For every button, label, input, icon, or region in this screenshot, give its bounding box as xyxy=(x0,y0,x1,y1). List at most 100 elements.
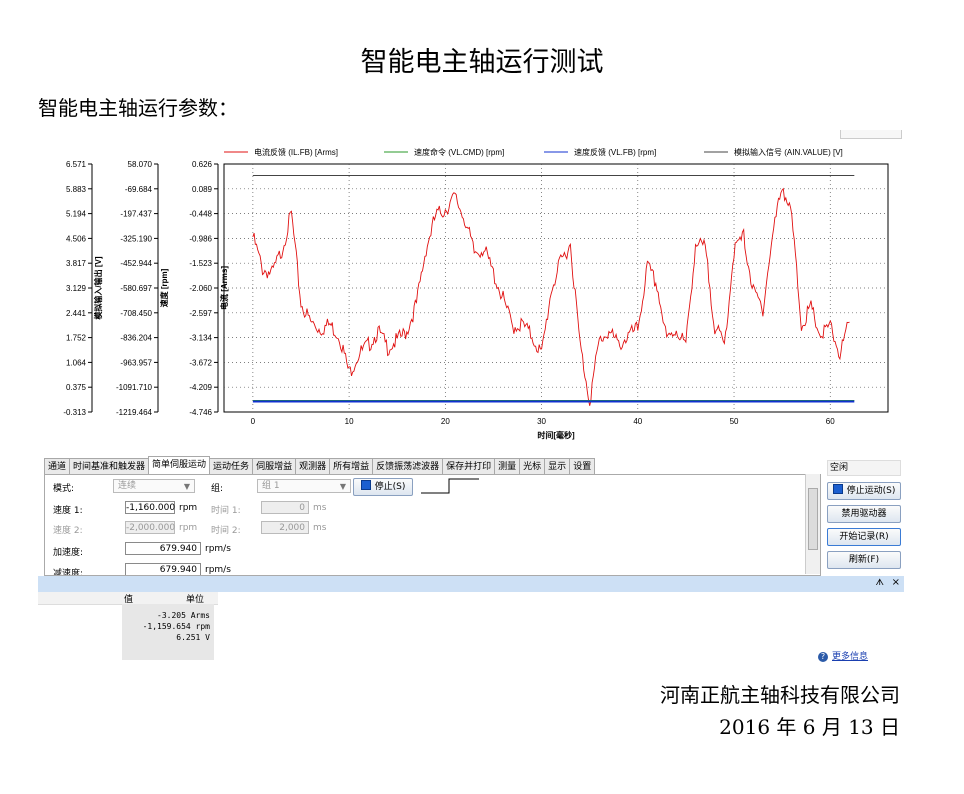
group-label: 组: xyxy=(211,484,224,494)
x-tick-label: 50 xyxy=(730,417,739,426)
y-tick-label: 0.626 xyxy=(192,160,213,169)
profile-preview-icon xyxy=(421,478,479,494)
y-tick-label: 6.571 xyxy=(66,160,87,169)
legend-label: 速度命令 (VL.CMD) [rpm] xyxy=(414,147,504,157)
time1-unit: ms xyxy=(313,502,327,513)
y-tick-label: -963.957 xyxy=(120,358,152,367)
company-name: 河南正航主轴科技有限公司 xyxy=(660,683,900,707)
time2-unit: ms xyxy=(313,522,327,533)
y-tick-label: -836.204 xyxy=(120,334,152,343)
pin-icon[interactable]: ᗑ xyxy=(876,578,884,588)
y-axis-label: 电流 [Arms] xyxy=(219,266,229,310)
tab-2[interactable]: 简单伺服运动 xyxy=(148,456,211,474)
deceleration-unit: rpm/s xyxy=(205,564,231,575)
chevron-down-icon: ▼ xyxy=(339,482,346,491)
y-tick-label: -708.450 xyxy=(120,309,152,318)
deceleration-label: 减速度: xyxy=(53,569,84,576)
screenshot-region: 6.571 58.070 0.626 5.883 -69.684 0.089 5.194 -1… xyxy=(38,130,904,665)
y-tick-label: -4.746 xyxy=(189,408,212,417)
mode-select[interactable]: 连续 ▼ xyxy=(113,479,195,493)
time1-label: 时间 1: xyxy=(211,506,241,516)
time2-input[interactable]: 2,000 xyxy=(261,521,309,534)
tab-10[interactable]: 光标 xyxy=(519,458,546,474)
refresh-button[interactable]: 刷新(F) xyxy=(827,551,901,569)
tab-8[interactable]: 保存并打印 xyxy=(442,458,496,474)
acceleration-input[interactable]: 679.940 xyxy=(125,542,201,555)
tab-4[interactable]: 伺服增益 xyxy=(252,458,297,474)
stop-icon xyxy=(360,480,371,490)
tab-11[interactable]: 显示 xyxy=(544,458,571,474)
y-tick-label: 2.441 xyxy=(66,309,87,318)
tab-12[interactable]: 设置 xyxy=(569,458,596,474)
legend-label: 模拟输入信号 (AIN.VALUE) [V] xyxy=(734,147,843,157)
y-tick-label: 3.129 xyxy=(66,284,87,293)
y-tick-label: 0.375 xyxy=(66,383,87,392)
y-tick-label: -325.190 xyxy=(120,234,152,243)
y-tick-label: -69.684 xyxy=(125,185,153,194)
tab-0[interactable]: 通道 xyxy=(44,458,71,474)
deceleration-input[interactable]: 679.940 xyxy=(125,563,201,575)
tab-9[interactable]: 测量 xyxy=(494,458,521,474)
tab-7[interactable]: 反馈振荡滤波器 xyxy=(372,458,444,474)
x-tick-label: 10 xyxy=(345,417,354,426)
speed2-label: 速度 2: xyxy=(53,526,83,536)
document-title: 智能电主轴运行测试 xyxy=(360,47,604,78)
speed1-label: 速度 1: xyxy=(53,506,83,516)
disable-drive-button[interactable]: 禁用驱动器 xyxy=(827,505,901,523)
settings-panel: 模式: 连续 ▼ 组: 组 1 ▼ 停止(S) 速度 1: -1,160.000 r… xyxy=(44,474,821,576)
y-tick-label: -197.437 xyxy=(120,210,152,219)
stop-icon xyxy=(832,484,843,494)
y-tick-label: -452.944 xyxy=(120,259,152,268)
acceleration-label: 加速度: xyxy=(53,548,84,558)
result-current: -3.205 Arms xyxy=(157,611,210,620)
y-tick-label: -0.986 xyxy=(189,234,212,243)
result-speed: -1,159.654 rpm xyxy=(142,622,210,631)
close-icon[interactable]: × xyxy=(892,577,900,588)
drive-status: 空闲 xyxy=(827,460,901,476)
time1-input[interactable]: 0 xyxy=(261,501,309,514)
tab-5[interactable]: 观测器 xyxy=(295,458,331,474)
x-tick-label: 60 xyxy=(826,417,835,426)
control-sidebar: 空闲 停止运动(S) 禁用驱动器 开始记录(R) 刷新(F) xyxy=(827,460,901,574)
acceleration-unit: rpm/s xyxy=(205,543,231,554)
tab-6[interactable]: 所有增益 xyxy=(329,458,374,474)
panel-scrollbar[interactable] xyxy=(805,474,820,574)
y-tick-label: -1.523 xyxy=(189,259,212,268)
speed2-input[interactable]: -2,000.000 xyxy=(125,521,175,534)
x-tick-label: 20 xyxy=(441,417,450,426)
toolbar-button[interactable] xyxy=(840,130,902,139)
chevron-down-icon: ▼ xyxy=(183,482,190,491)
y-tick-label: -0.313 xyxy=(63,408,86,417)
speed1-input[interactable]: -1,160.000 xyxy=(125,501,175,514)
x-tick-label: 30 xyxy=(537,417,546,426)
tab-strip: 通道 时间基准和触发器 简单伺服运动 运动任务 伺服增益 观测器 所有增益 反馈振荡滤波器 保存… xyxy=(44,456,596,474)
y-tick-label: -0.448 xyxy=(189,210,212,219)
tab-3[interactable]: 运动任务 xyxy=(209,458,254,474)
results-values: -3.205 Arms -1,159.654 rpm 6.251 V xyxy=(122,604,214,660)
mode-label: 模式: xyxy=(53,484,75,494)
y-tick-label: -1091.710 xyxy=(116,383,153,392)
y-tick-label: 5.883 xyxy=(66,185,87,194)
y-tick-label: 1.752 xyxy=(66,334,87,343)
document-date: 2016 年 6 月 13 日 xyxy=(719,715,900,739)
group-select[interactable]: 组 1 ▼ xyxy=(257,479,351,493)
more-info-link[interactable]: ? 更多信息 xyxy=(818,649,868,662)
tab-1[interactable]: 时间基准和触发器 xyxy=(69,458,150,474)
y-tick-label: 3.817 xyxy=(66,259,87,268)
y-tick-label: -1219.464 xyxy=(116,408,153,417)
y-tick-label: 1.064 xyxy=(66,358,87,367)
y-axis-label: 速度 [rpm] xyxy=(159,268,169,307)
speed2-unit: rpm xyxy=(179,522,198,533)
y-axis-label: 模拟输入/输出 [V] xyxy=(93,256,103,319)
start-record-button[interactable]: 开始记录(R) xyxy=(827,528,901,546)
y-tick-label: -2.597 xyxy=(189,309,212,318)
stop-motion-button[interactable]: 停止运动(S) xyxy=(827,482,901,500)
time2-label: 时间 2: xyxy=(211,526,241,536)
x-tick-label: 40 xyxy=(633,417,642,426)
scrollbar-thumb[interactable] xyxy=(808,488,818,550)
stop-button[interactable]: 停止(S) xyxy=(353,478,413,496)
y-tick-label: -3.134 xyxy=(189,334,212,343)
y-tick-label: -4.209 xyxy=(189,383,212,392)
legend-label: 电流反馈 (IL.FB) [Arms] xyxy=(254,147,338,157)
help-icon: ? xyxy=(818,652,828,662)
